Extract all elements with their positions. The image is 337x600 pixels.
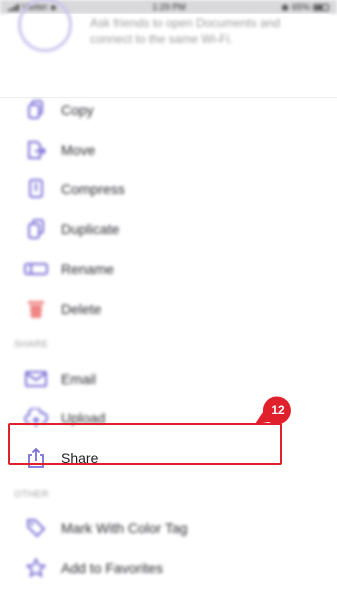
mail-icon [24,367,48,391]
other-section-title: OTHER [14,489,49,500]
copy-label: Copy [61,102,94,118]
info-text: Ask friends to open Documents and connec… [90,16,281,46]
duplicate-label: Duplicate [61,221,120,237]
compress-icon [24,177,48,201]
color-tag-row[interactable]: Mark With Color Tag [0,509,337,547]
copy-row[interactable]: Copy [0,91,337,129]
move-label: Move [61,142,96,158]
duplicate-row[interactable]: Duplicate [0,210,337,248]
step-number: 12 [271,403,285,417]
action-sheet: Ask friends to open Documents and connec… [0,0,337,600]
share-label: Share [61,450,99,466]
rename-row[interactable]: Rename [0,250,337,288]
tag-icon [24,516,48,540]
battery-icon [313,3,329,11]
share-icon [24,446,48,470]
status-time: 1:29 PM [152,2,186,12]
battery-percent: 65% [291,2,310,12]
upload-label: Upload [61,410,106,426]
trash-icon [24,297,48,321]
share-section-title: SHARE [14,339,49,350]
step-badge: 12 [253,394,297,428]
delete-label: Delete [61,301,102,317]
email-label: Email [61,371,97,387]
signal-icon [8,3,19,11]
star-icon [24,556,48,580]
cloud-upload-icon [24,406,48,430]
lock-rotation-icon: ◉ [281,1,289,12]
rename-icon [24,257,48,281]
share-row[interactable]: Share [0,439,337,477]
duplicate-icon [24,217,48,241]
copy-icon [24,98,48,122]
move-icon [24,138,48,162]
compress-row[interactable]: Compress [0,170,337,208]
move-row[interactable]: Move [0,131,337,169]
wifi-share-info: Ask friends to open Documents and connec… [0,0,337,94]
wifi-transfer-icon [18,0,72,52]
email-row[interactable]: Email [0,360,337,398]
delete-row[interactable]: Delete [0,290,337,328]
compress-label: Compress [61,181,125,197]
favorites-label: Add to Favorites [61,560,163,576]
rename-label: Rename [61,261,114,277]
favorites-row[interactable]: Add to Favorites [0,549,337,587]
color-tag-label: Mark With Color Tag [61,520,188,536]
